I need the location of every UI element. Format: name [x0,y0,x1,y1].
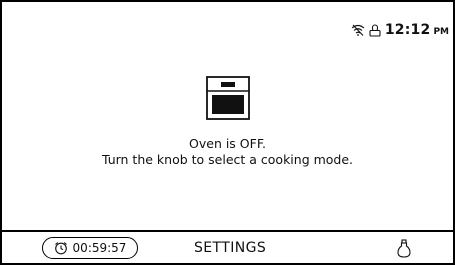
oven-status-panel: Oven is OFF. Turn the knob to select a c… [2,76,453,168]
oven-icon [205,76,250,120]
clock-time: 12:12 [384,22,431,38]
settings-button[interactable]: SETTINGS [194,240,266,256]
alarm-clock-icon [54,242,67,255]
status-bar: 12:12 PM [351,20,449,40]
oven-display-screen: 12:12 PM Oven is OFF. Turn the knob to s… [0,0,455,265]
timer-value: 00:59:57 [72,241,127,255]
remote-control-icon [369,23,381,37]
select-mode-instruction: Turn the knob to select a cooking mode. [101,152,354,167]
clock-ampm: PM [433,26,449,37]
timer-button[interactable]: 00:59:57 [42,237,138,259]
oven-light-button[interactable] [395,239,413,259]
bottom-bar: 00:59:57 SETTINGS [2,232,453,263]
wifi-off-icon [351,24,365,36]
oven-light-icon [397,239,411,258]
oven-off-message: Oven is OFF. [189,136,266,151]
